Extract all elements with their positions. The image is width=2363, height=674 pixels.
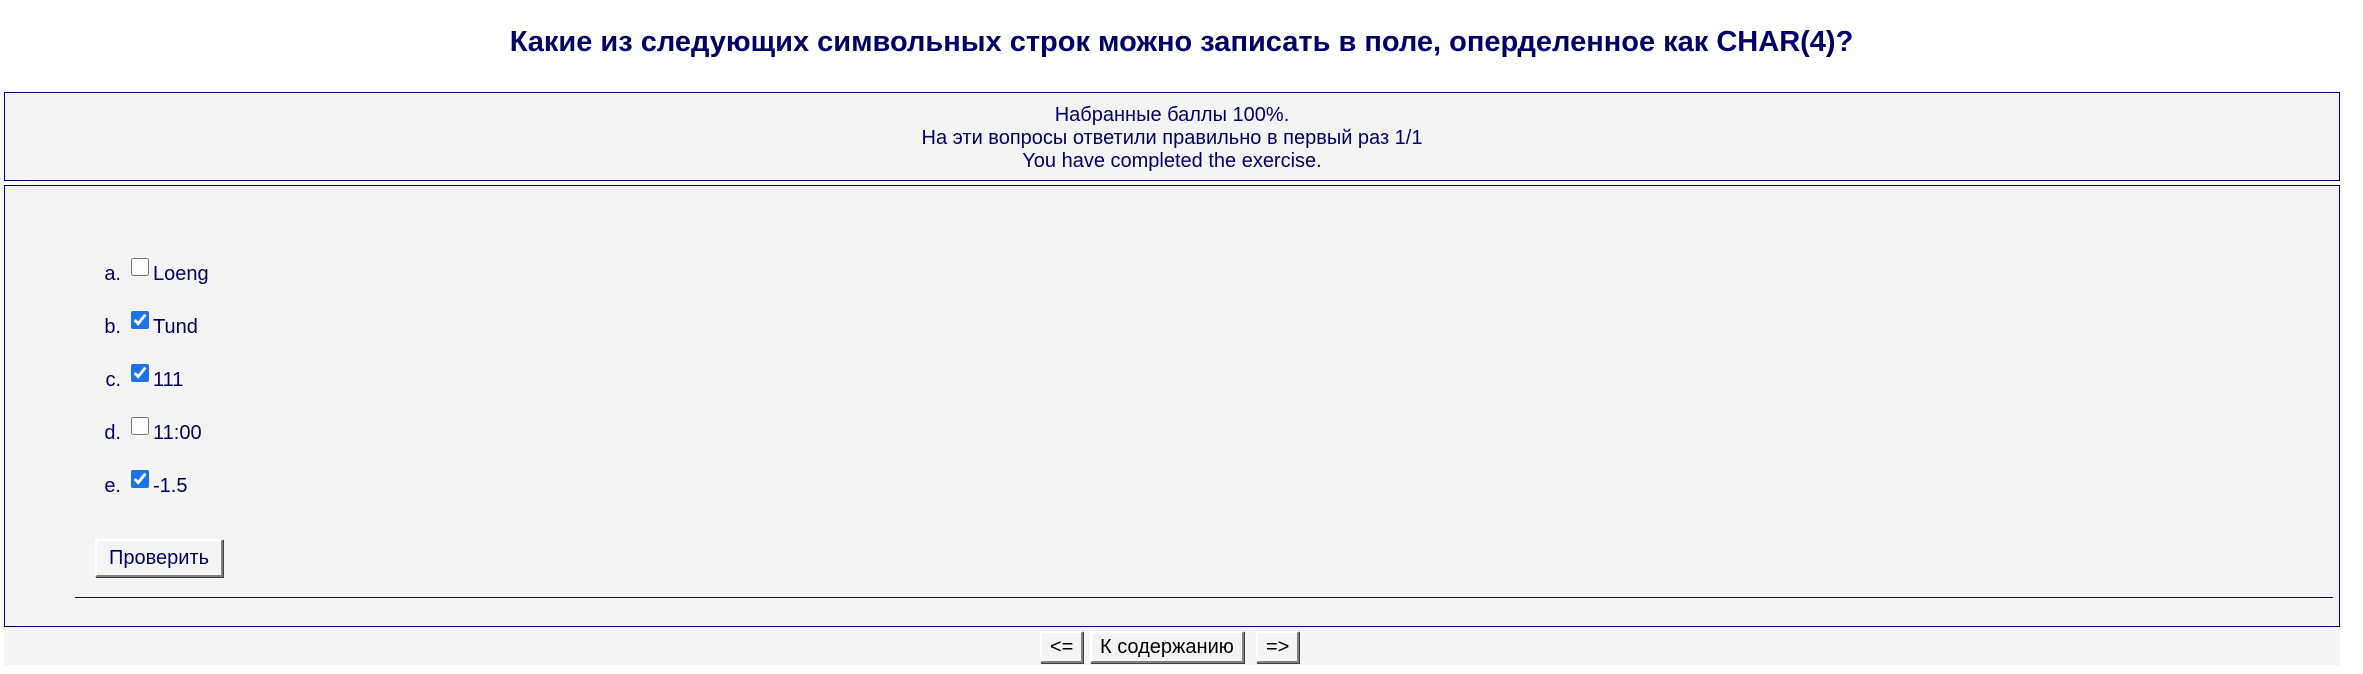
- option-e-checkbox[interactable]: [131, 470, 149, 488]
- first-try-text: На эти вопросы ответили правильно в перв…: [921, 127, 1423, 149]
- question-title: Какие из следующих символьных строк можн…: [509, 26, 1854, 58]
- contents-button[interactable]: К содержанию: [1090, 631, 1244, 663]
- option-label: -1.5: [153, 475, 188, 497]
- previous-button[interactable]: <=: [1040, 631, 1084, 663]
- feedback-panel: Набранные баллы 100%. На эти вопросы отв…: [4, 92, 2340, 181]
- completed-text: You have completed the exercise.: [1022, 150, 1322, 172]
- option-d-checkbox[interactable]: [131, 417, 149, 435]
- option-a-checkbox[interactable]: [131, 258, 149, 276]
- option-letter: c.: [105, 369, 121, 391]
- option-label: Loeng: [153, 263, 209, 285]
- question-panel: a. Loeng b. Tund c. 111 d. 11:00 e. -1.5 Пров…: [4, 185, 2340, 627]
- next-button[interactable]: =>: [1256, 631, 1300, 663]
- score-text: Набранные баллы 100%.: [1054, 104, 1290, 126]
- option-label: 111: [153, 369, 184, 391]
- option-b-checkbox[interactable]: [131, 311, 149, 329]
- divider: [75, 597, 2333, 598]
- answer-options: a. Loeng b. Tund c. 111 d. 11:00 e. -1.5: [93, 258, 209, 523]
- option-e: e. -1.5: [93, 470, 209, 523]
- option-c: c. 111: [93, 364, 209, 417]
- check-answer-button[interactable]: Проверить: [95, 539, 224, 577]
- option-label: 11:00: [153, 422, 202, 444]
- option-label: Tund: [153, 316, 198, 338]
- option-b: b. Tund: [93, 311, 209, 364]
- option-a: a. Loeng: [93, 258, 209, 311]
- navigation-bar: <= К содержанию =>: [4, 627, 2340, 665]
- option-letter: e.: [104, 475, 121, 497]
- option-letter: a.: [104, 263, 121, 285]
- option-c-checkbox[interactable]: [131, 364, 149, 382]
- option-letter: b.: [104, 316, 121, 338]
- option-d: d. 11:00: [93, 417, 209, 470]
- option-letter: d.: [104, 422, 121, 444]
